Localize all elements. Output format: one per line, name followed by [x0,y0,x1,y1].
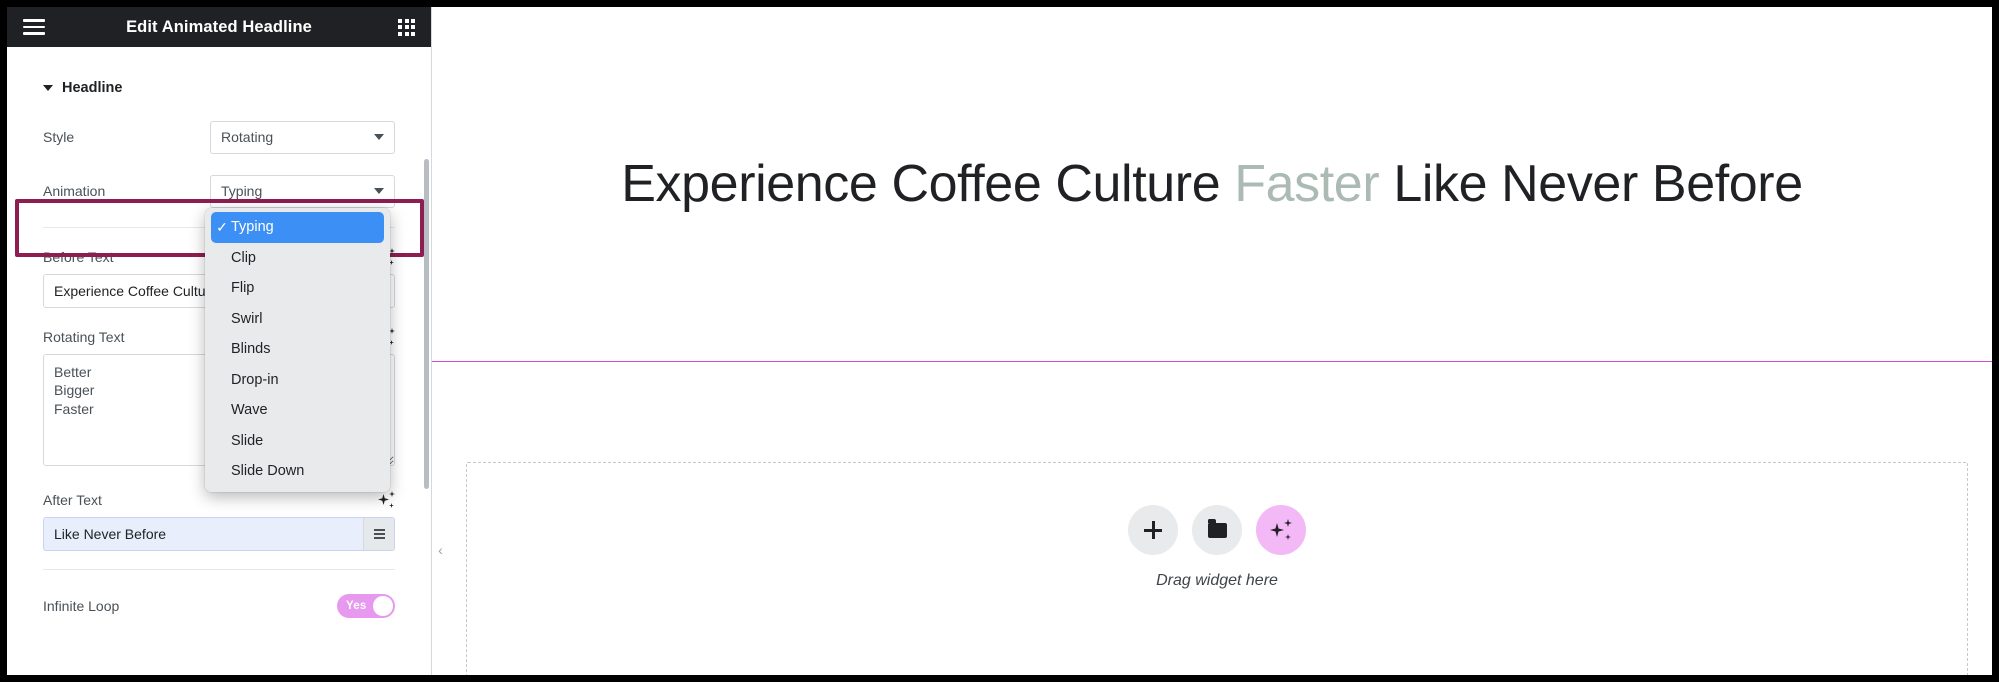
animation-select[interactable]: Typing [210,174,395,208]
row-infinite-loop: Infinite Loop Yes [43,588,395,624]
animation-select-value: Typing [221,183,263,199]
infinite-loop-toggle-label: Yes [346,600,367,612]
drop-zone-buttons [1128,505,1306,555]
dropdown-option-label: Clip [231,249,256,266]
headline-section: Experience Coffee Culture Faster Like Ne… [432,7,1992,362]
style-select[interactable]: Rotating [210,120,395,154]
dropdown-option-label: Slide [231,432,264,449]
rotating-text-label: Rotating Text [43,328,125,345]
animated-headline[interactable]: Experience Coffee Culture Faster Like Ne… [621,154,1803,214]
dynamic-tags-icon[interactable] [363,518,394,550]
widget-drop-zone[interactable]: Drag widget here [466,462,1968,675]
infinite-loop-toggle[interactable]: Yes [337,594,395,618]
ai-sparkle-icon[interactable] [378,491,395,508]
chevron-down-icon [374,188,384,194]
grid-apps-icon[interactable] [398,18,415,36]
dropdown-option-swirl[interactable]: Swirl [205,304,390,335]
panel-collapse-handle[interactable]: ‹ [432,532,449,568]
add-template-button[interactable] [1192,505,1242,555]
settings-panel: Edit Animated Headline Headline Style Ro… [7,7,432,675]
dropdown-option-flip[interactable]: Flip [205,273,390,304]
dropdown-option-label: Swirl [231,310,263,327]
dropdown-option-slide[interactable]: Slide [205,426,390,457]
preview-canvas: Experience Coffee Culture Faster Like Ne… [432,7,1992,675]
style-label: Style [43,129,75,145]
divider [43,569,395,570]
hamburger-icon[interactable] [23,19,45,35]
dropdown-option-clip[interactable]: Clip [205,243,390,274]
headline-after-text: Like Never Before [1393,155,1803,213]
animation-options-dropdown[interactable]: ✓ Typing Clip Flip Swirl Blinds Drop-in Wave Sli… [205,208,390,492]
infinite-loop-label: Infinite Loop [43,598,120,614]
ai-sparkle-icon [1270,519,1292,541]
add-element-button[interactable] [1128,505,1178,555]
chevron-down-icon [374,134,384,140]
chevron-down-icon [43,85,53,91]
drop-zone-label: Drag widget here [1156,572,1278,589]
toggle-knob [373,596,393,616]
after-text-input[interactable] [43,517,395,551]
dropdown-option-drop-in[interactable]: Drop-in [205,365,390,396]
section-headline-label: Headline [62,80,123,96]
after-text-label: After Text [43,491,102,508]
dropdown-option-label: Blinds [231,341,271,358]
animation-label: Animation [43,183,106,199]
dropdown-option-slide-down[interactable]: Slide Down [205,456,390,487]
panel-scrollbar[interactable] [424,159,429,489]
editor-window: Edit Animated Headline Headline Style Ro… [0,0,1999,682]
panel-title: Edit Animated Headline [126,17,312,36]
dropdown-option-label: Slide Down [231,463,305,480]
folder-icon [1207,519,1227,538]
dropdown-option-typing[interactable]: ✓ Typing [211,212,384,243]
check-icon: ✓ [216,218,228,235]
section-headline-toggle[interactable]: Headline [43,47,395,101]
row-animation: Animation Typing [43,173,395,209]
dropdown-option-label: Drop-in [231,371,279,388]
dropdown-option-wave[interactable]: Wave [205,395,390,426]
dropdown-option-label: Wave [231,402,268,419]
ai-generate-button[interactable] [1256,505,1306,555]
row-style: Style Rotating [43,119,395,155]
headline-before-text: Experience Coffee Culture [621,155,1221,213]
headline-rotating-text: Faster [1234,155,1380,213]
field-after-text: After Text [43,491,395,551]
panel-header: Edit Animated Headline [7,7,431,47]
dropdown-option-blinds[interactable]: Blinds [205,334,390,365]
plus-icon [1143,520,1163,540]
dropdown-option-label: Typing [231,219,274,236]
style-select-value: Rotating [221,129,274,145]
dropdown-option-label: Flip [231,280,255,297]
before-text-label: Before Text [43,248,114,265]
